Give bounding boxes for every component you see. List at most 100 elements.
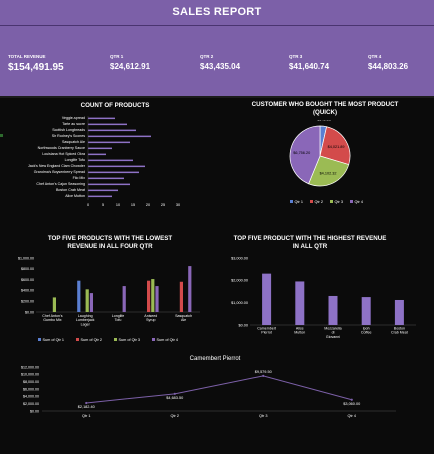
legend-swatch — [310, 200, 313, 203]
product-count-bar — [88, 195, 112, 198]
x-category-label-line: Gumbo Mix — [43, 318, 62, 322]
x-tick-label: 10 — [116, 203, 120, 207]
legend-swatch — [152, 338, 155, 341]
y-tick-label: $4,000.00 — [23, 395, 39, 399]
y-tick-label: $800.00 — [21, 267, 34, 271]
kpi-qtr4-value: $44,803.26 — [368, 62, 409, 71]
x-category-label-line: Giovanni — [326, 335, 340, 339]
y-tick-label: $0.00 — [30, 409, 39, 413]
y-tick-label: $8,000.00 — [23, 380, 39, 384]
legend-label: Sum of Qtr 4 — [157, 338, 179, 342]
y-tick-label: $2,000.00 — [23, 402, 39, 406]
kpi-qtr4-label: QTR 4 — [368, 54, 382, 59]
product-label: Tarte au sucre — [62, 122, 85, 126]
y-tick-label: $400.00 — [21, 289, 34, 293]
legend-swatch — [290, 200, 293, 203]
line-point — [350, 398, 353, 401]
product-count-bar — [88, 171, 139, 174]
x-tick-label: 0 — [87, 203, 89, 207]
x-category-label: Mozzarella di Giovanni — [324, 327, 341, 339]
x-category-label: Qtr 2 — [171, 414, 179, 418]
title-divider — [0, 25, 434, 26]
y-tick-label: $12,000.00 — [21, 365, 39, 369]
legend-label: Qtr 1 — [295, 200, 303, 204]
cell-marker — [0, 134, 3, 137]
revenue-line — [86, 375, 352, 404]
legend-swatch — [76, 338, 79, 341]
data-label: $4,683.50 — [166, 396, 183, 400]
x-category-label: Qtr 4 — [348, 414, 356, 418]
legend-swatch — [114, 338, 117, 341]
header-divider — [0, 96, 434, 98]
y-tick-label: $1,000.00 — [18, 256, 34, 260]
product-count-bar — [88, 123, 127, 126]
product-label: Louisiana Hot Spiced Okra — [42, 152, 85, 156]
product-label: Grandma's Boysenberry Spread — [34, 170, 85, 174]
revenue-bar — [179, 281, 183, 312]
product-count-bar — [88, 189, 118, 192]
x-category-label-line: Pierrot — [261, 331, 272, 335]
revenue-bar — [155, 286, 159, 312]
pie-data-label: $4,102.32 — [320, 171, 337, 175]
x-tick-label: 5 — [102, 203, 104, 207]
revenue-bar — [361, 297, 371, 325]
y-tick-label: $1,000.00 — [231, 301, 248, 305]
kpi-qtr1-value: $24,612.91 — [110, 62, 151, 71]
product-label: Northwoods Cranberry Sauce — [38, 146, 85, 150]
legend-label: Sum of Qtr 1 — [43, 338, 65, 342]
data-label: $2,182.40 — [78, 405, 95, 409]
x-category-label-line: Mutton — [294, 331, 305, 335]
y-tick-label: $2,000.00 — [231, 279, 248, 283]
kpi-qtr2-value: $43,435.04 — [200, 62, 241, 71]
product-label: Filo Mix — [73, 176, 86, 180]
x-category-label: Alice Mutton — [294, 327, 305, 335]
x-category-label-line: Lager — [81, 322, 91, 326]
product-label: Veggie-spread — [62, 116, 85, 120]
x-category-label: Ipoh Coffee — [361, 327, 372, 335]
pie-data-label: $4,021.89 — [328, 145, 345, 149]
x-tick-label: 25 — [161, 203, 165, 207]
legend-label: Qtr 2 — [315, 200, 323, 204]
pie-data-label: $543.56 — [317, 120, 331, 122]
kpi-qtr1-label: QTR 1 — [110, 54, 124, 59]
kpi-qtr3-value: $41,640.74 — [289, 62, 330, 71]
x-category-label: Laughing Lumberjack Lager — [76, 314, 95, 326]
count-products-chart: Veggie-spread Tarte au sucre Scottish Long… — [0, 116, 180, 207]
product-label: Sir Rodney's Scones — [52, 134, 85, 138]
kpi-total-label: TOTAL REVENUE — [8, 54, 46, 59]
product-label: Scottish Longbreads — [52, 128, 85, 132]
highest-revenue-title: TOP FIVE PRODUCT WITH THE HIGHEST REVENU… — [233, 235, 387, 250]
count-products-title: COUNT OF PRODUCTS — [80, 102, 150, 109]
revenue-bar — [295, 281, 305, 325]
legend-label: Qtr 3 — [335, 200, 343, 204]
x-category-label: Sasquatch Ale — [175, 314, 192, 322]
data-label: $9,579.50 — [255, 370, 272, 374]
product-count-bar — [88, 165, 145, 168]
legend-swatch — [350, 200, 353, 203]
product-count-bar — [88, 183, 130, 186]
legend-swatch — [38, 338, 41, 341]
revenue-bar — [394, 299, 404, 325]
kpi-qtr2-label: QTR 2 — [200, 54, 214, 59]
camembert-line-chart: $0.00 $2,000.00 $4,000.00 $6,000.00 $8,000.0… — [21, 365, 396, 418]
lowest-revenue-title: TOP FIVE PRODUCTS WITH THE LOWEST REVENU… — [47, 235, 173, 250]
revenue-bar — [77, 280, 81, 312]
x-category-label-line: Tofu — [115, 318, 122, 322]
product-count-bar — [88, 135, 151, 138]
y-tick-label: $0.00 — [238, 323, 248, 327]
kpi-total-value: $154,491.95 — [8, 62, 64, 73]
product-label: Sasquatch Ale — [62, 140, 85, 144]
revenue-bar — [52, 297, 56, 312]
revenue-bar — [262, 273, 272, 325]
product-count-bar — [88, 147, 112, 150]
y-tick-label: $600.00 — [21, 278, 34, 282]
product-count-bar — [88, 117, 115, 120]
x-category-label: Camembert Pierrot — [257, 327, 276, 335]
revenue-bar — [151, 279, 155, 312]
product-count-bar — [88, 177, 124, 180]
line-point — [262, 374, 265, 377]
x-category-label-line: Syrup — [146, 318, 155, 322]
product-count-bar — [88, 153, 106, 156]
x-category-label-line: Ale — [181, 318, 186, 322]
y-tick-label: $6,000.00 — [23, 387, 39, 391]
